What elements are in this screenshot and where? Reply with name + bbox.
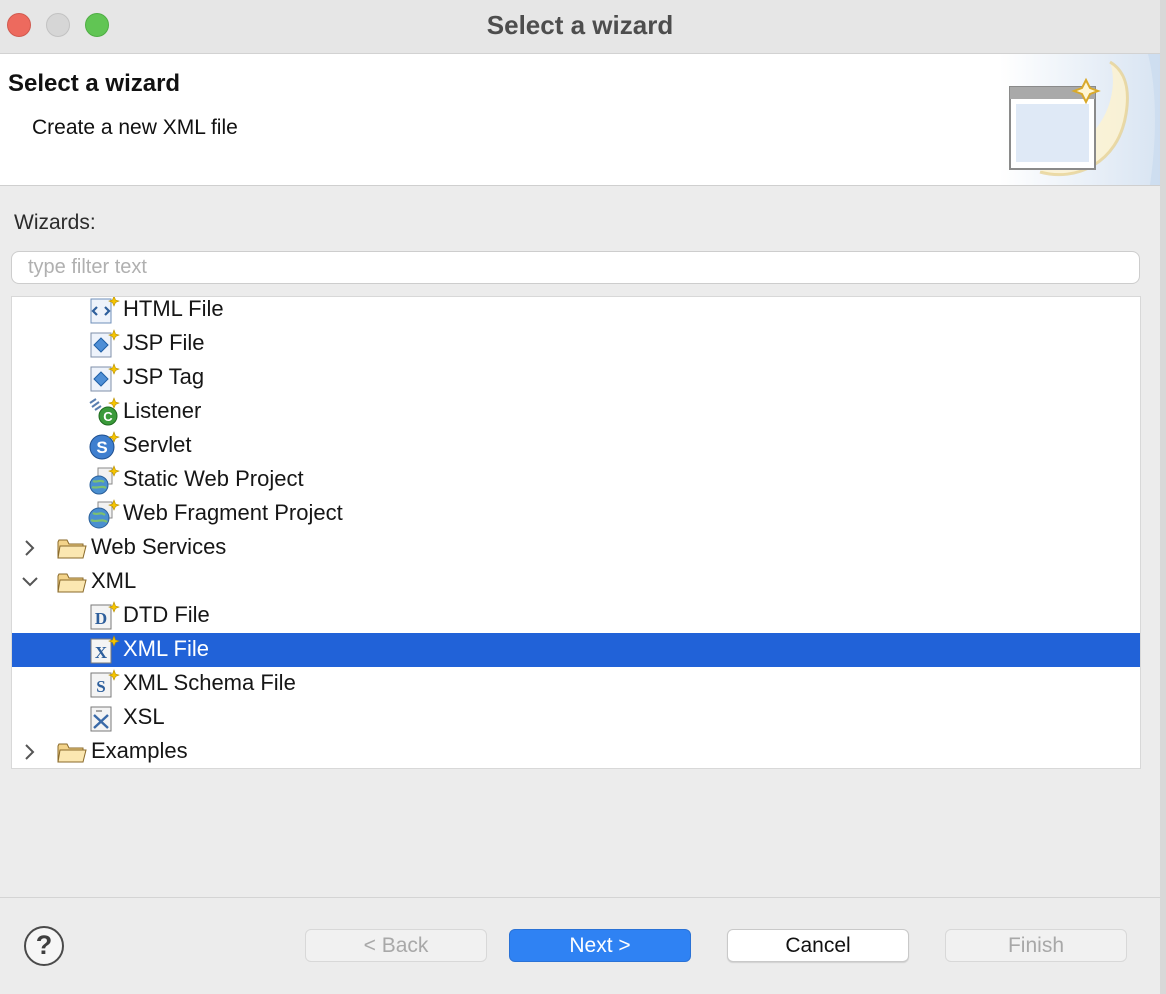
tree-item-label: Web Services [91, 534, 227, 559]
chevron-down-icon[interactable] [20, 569, 40, 595]
tree-item-examples[interactable]: Examples [12, 735, 1140, 768]
tree-item-label: HTML File [123, 296, 224, 321]
finish-button[interactable]: Finish [945, 929, 1127, 962]
xsl-file-icon [90, 706, 112, 732]
tree-item-jsp-tag[interactable]: JSP Tag [12, 361, 1140, 395]
title-bar: Select a wizard [0, 0, 1160, 54]
window-title: Select a wizard [486, 10, 674, 40]
dtd-file-icon: D [90, 601, 120, 630]
tree-item-web-fragment-project[interactable]: Web Fragment Project [12, 497, 1140, 531]
wizard-tree[interactable]: HTML File JSP File JSP Tag C Listener S … [11, 296, 1141, 769]
tree-item-xml[interactable]: XML [12, 565, 1140, 599]
tree-item-listener[interactable]: C Listener [12, 395, 1140, 429]
svg-text:S: S [96, 677, 105, 696]
tree-item-label: Web Fragment Project [123, 500, 343, 525]
tree-item-dtd-file[interactable]: D DTD File [12, 599, 1140, 633]
listener-icon: C [89, 397, 120, 426]
svg-text:X: X [95, 643, 108, 662]
back-button[interactable]: < Back [305, 929, 487, 962]
svg-text:S: S [96, 438, 107, 457]
html-file-icon [90, 297, 120, 324]
tree-item-xsl[interactable]: XSL [12, 701, 1140, 735]
tree-item-label: Examples [91, 738, 188, 763]
cancel-button[interactable]: Cancel [727, 929, 909, 962]
tree-item-label: DTD File [123, 602, 210, 627]
tree-item-xml-schema-file[interactable]: S XML Schema File [12, 667, 1140, 701]
svg-text:C: C [103, 409, 113, 424]
tree-item-label: XSL [123, 704, 165, 729]
jsp-file-icon [90, 329, 120, 358]
svg-text:D: D [95, 609, 107, 628]
tree-item-label: Static Web Project [123, 466, 304, 491]
tree-item-web-services[interactable]: Web Services [12, 531, 1140, 565]
header-title: Select a wizard [8, 70, 181, 97]
tree-item-xml-file[interactable]: X XML File [12, 633, 1140, 667]
header-description: Create a new XML file [32, 116, 238, 139]
footer-separator [0, 897, 1160, 898]
tree-item-label: Listener [123, 398, 202, 423]
wizard-header: Select a wizard Create a new XML file [0, 54, 1160, 186]
tree-item-label: JSP Tag [123, 364, 205, 389]
servlet-icon: S [89, 431, 120, 460]
filter-input[interactable] [11, 251, 1140, 284]
folder-open-icon [57, 573, 87, 593]
static-web-project-icon [89, 465, 120, 495]
wizard-banner-icon [1000, 54, 1160, 185]
tree-item-label: XML File [123, 636, 209, 661]
next-button[interactable]: Next > [509, 929, 691, 962]
window-edge [1160, 0, 1166, 994]
jsp-tag-icon [90, 363, 120, 392]
web-fragment-project-icon [88, 499, 120, 529]
folder-icon [57, 743, 87, 763]
help-button[interactable]: ? [24, 926, 64, 966]
folder-icon [57, 539, 87, 559]
tree-item-static-web-project[interactable]: Static Web Project [12, 463, 1140, 497]
tree-item-html-file[interactable]: HTML File [12, 296, 1140, 327]
tree-item-label: XML Schema File [123, 670, 296, 695]
wizards-label: Wizards: [14, 211, 96, 234]
tree-item-label: Servlet [123, 432, 192, 457]
xml-file-icon: X [90, 635, 120, 664]
chevron-right-icon[interactable] [20, 535, 40, 561]
xml-schema-file-icon: S [90, 669, 120, 698]
chevron-right-icon[interactable] [20, 739, 40, 765]
tree-item-jsp-file[interactable]: JSP File [12, 327, 1140, 361]
tree-item-servlet[interactable]: S Servlet [12, 429, 1140, 463]
tree-item-label: JSP File [123, 330, 205, 355]
tree-item-label: XML [91, 568, 137, 593]
